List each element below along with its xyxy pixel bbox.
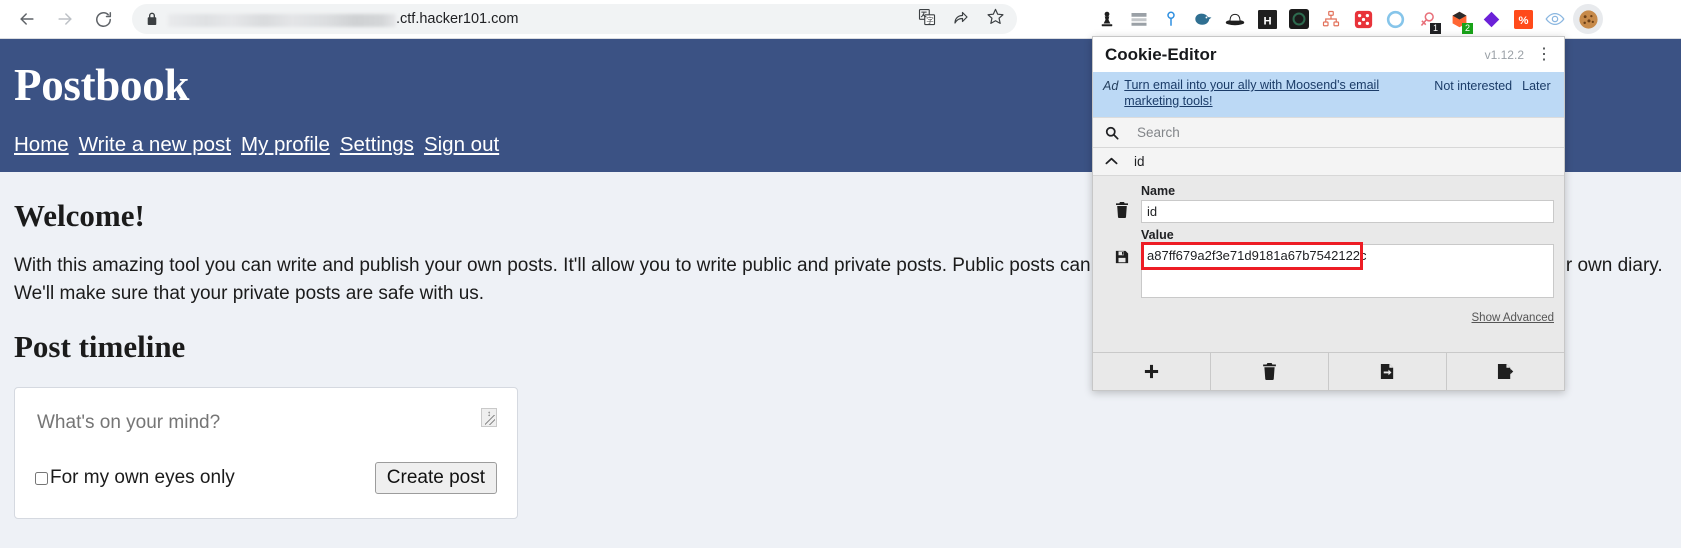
create-post-button[interactable]: Create post — [374, 462, 497, 495]
advertisement-banner: Ad Turn email into your ally with Moosen… — [1093, 72, 1564, 118]
cookie-detail-form: Name Value a87ff679a2f3e71d9181a67b75421… — [1093, 176, 1564, 309]
cookie-value-input[interactable]: a87ff679a2f3e71d9181a67b7542122c — [1141, 244, 1554, 299]
delete-cookie-button[interactable] — [1115, 184, 1129, 236]
kebab-menu-icon[interactable]: ⋮ — [1536, 46, 1552, 62]
url-suffix: .ctf.hacker101.com — [396, 11, 519, 27]
resize-arrow-icon: ↕ — [487, 409, 491, 419]
bird-icon[interactable] — [1187, 0, 1219, 38]
cookie-action-buttons — [1103, 184, 1141, 304]
chess-pawn-icon[interactable] — [1091, 0, 1123, 38]
ad-tag-label: Ad — [1103, 79, 1119, 93]
export-cookies-button[interactable] — [1447, 353, 1564, 390]
nav-link-my-profile[interactable]: My profile — [241, 133, 330, 157]
post-content-input[interactable] — [35, 410, 497, 447]
blue-ring-icon[interactable] — [1379, 0, 1411, 38]
panel-spacer — [1093, 334, 1564, 353]
show-advanced-row: Show Advanced — [1093, 308, 1564, 335]
bookmark-star-icon[interactable] — [986, 7, 1005, 31]
share-icon[interactable] — [952, 8, 970, 31]
nav-link-settings[interactable]: Settings — [340, 133, 414, 157]
translate-icon[interactable]: 字 — [918, 8, 936, 31]
cookie-list-item-header[interactable]: id — [1093, 148, 1564, 177]
forward-arrow-icon[interactable] — [46, 0, 84, 38]
show-advanced-link[interactable]: Show Advanced — [1472, 312, 1554, 324]
browser-toolbar: .ctf.hacker101.com 字 H 1 2 % — [0, 0, 1681, 39]
delete-all-cookies-button[interactable] — [1211, 353, 1329, 391]
cookie-search-bar[interactable] — [1093, 117, 1564, 149]
lock-icon — [146, 12, 158, 26]
cookie-name-field-label: Name — [1141, 184, 1176, 199]
chevron-up-icon[interactable] — [1105, 157, 1118, 166]
textarea-resize-handle[interactable]: ↕ — [481, 408, 497, 428]
black-hat-icon[interactable] — [1219, 0, 1251, 38]
location-pin-icon[interactable] — [1155, 0, 1187, 38]
cookie-name-input[interactable] — [1141, 200, 1554, 224]
cookie-editor-header: Cookie-Editor v1.12.2 ⋮ — [1093, 37, 1564, 72]
cookie-editor-title: Cookie-Editor — [1105, 44, 1217, 64]
ad-later-button[interactable]: Later — [1522, 78, 1551, 93]
address-bar[interactable]: .ctf.hacker101.com 字 — [132, 4, 1017, 34]
svg-text:字: 字 — [926, 15, 934, 25]
burp-suite-icon[interactable]: 2 — [1443, 0, 1475, 38]
cookie-editor-toolbar — [1093, 352, 1564, 391]
cookie-editor-icon[interactable] — [1573, 4, 1603, 34]
private-post-checkbox-label[interactable]: For my own eyes only — [35, 467, 235, 489]
back-arrow-icon[interactable] — [8, 0, 46, 38]
search-input[interactable] — [1135, 124, 1525, 142]
reload-icon[interactable] — [84, 0, 122, 38]
search-icon — [1105, 126, 1119, 140]
magnifier-bug-icon[interactable]: 1 — [1411, 0, 1443, 38]
url-text: .ctf.hacker101.com — [168, 11, 519, 27]
eye-icon[interactable] — [1539, 0, 1571, 38]
omnibox-action-icons: 字 — [918, 7, 1005, 31]
dice-icon[interactable] — [1347, 0, 1379, 38]
h-square-icon[interactable]: H — [1251, 0, 1283, 38]
bars-stack-icon[interactable] — [1123, 0, 1155, 38]
extension-badge-count: 2 — [1462, 23, 1473, 34]
navigation-buttons — [0, 0, 122, 38]
cookie-editor-version: v1.12.2 — [1484, 47, 1524, 62]
save-cookie-button[interactable] — [1115, 236, 1129, 304]
composer-controls: For my own eyes only Create post — [35, 462, 497, 495]
post-composer-card: ↕ For my own eyes only Create post — [14, 387, 518, 520]
cookie-value-field-label: Value — [1141, 228, 1174, 243]
cookie-editor-popup: Cookie-Editor v1.12.2 ⋮ Ad Turn email in… — [1092, 36, 1565, 392]
purple-diamond-icon[interactable] — [1475, 0, 1507, 38]
ad-not-interested-button[interactable]: Not interested — [1434, 78, 1512, 93]
private-post-label-text: For my own eyes only — [50, 467, 235, 489]
url-redacted-portion — [168, 13, 396, 27]
dark-circle-icon[interactable] — [1283, 0, 1315, 38]
nav-link-write-new-post[interactable]: Write a new post — [79, 133, 231, 157]
sitemap-icon[interactable] — [1315, 0, 1347, 38]
extension-toolbar: H 1 2 % — [1085, 0, 1603, 38]
cookie-fields: Name Value a87ff679a2f3e71d9181a67b75421… — [1141, 184, 1554, 304]
extension-badge-count: 1 — [1430, 23, 1441, 34]
nav-link-sign-out[interactable]: Sign out — [424, 133, 499, 157]
ad-link[interactable]: Turn email into your ally with Moosend's… — [1124, 78, 1424, 109]
nav-link-home[interactable]: Home — [14, 133, 69, 157]
svg-text:H: H — [1263, 15, 1271, 27]
svg-text:%: % — [1518, 14, 1528, 26]
percent-slash-icon[interactable]: % — [1507, 0, 1539, 38]
cookie-value-wrapper: a87ff679a2f3e71d9181a67b7542122c — [1141, 242, 1554, 299]
private-post-checkbox[interactable] — [35, 471, 48, 485]
cookie-name-label: id — [1134, 154, 1145, 170]
add-cookie-button[interactable] — [1093, 353, 1211, 391]
import-cookies-button[interactable] — [1329, 353, 1447, 391]
